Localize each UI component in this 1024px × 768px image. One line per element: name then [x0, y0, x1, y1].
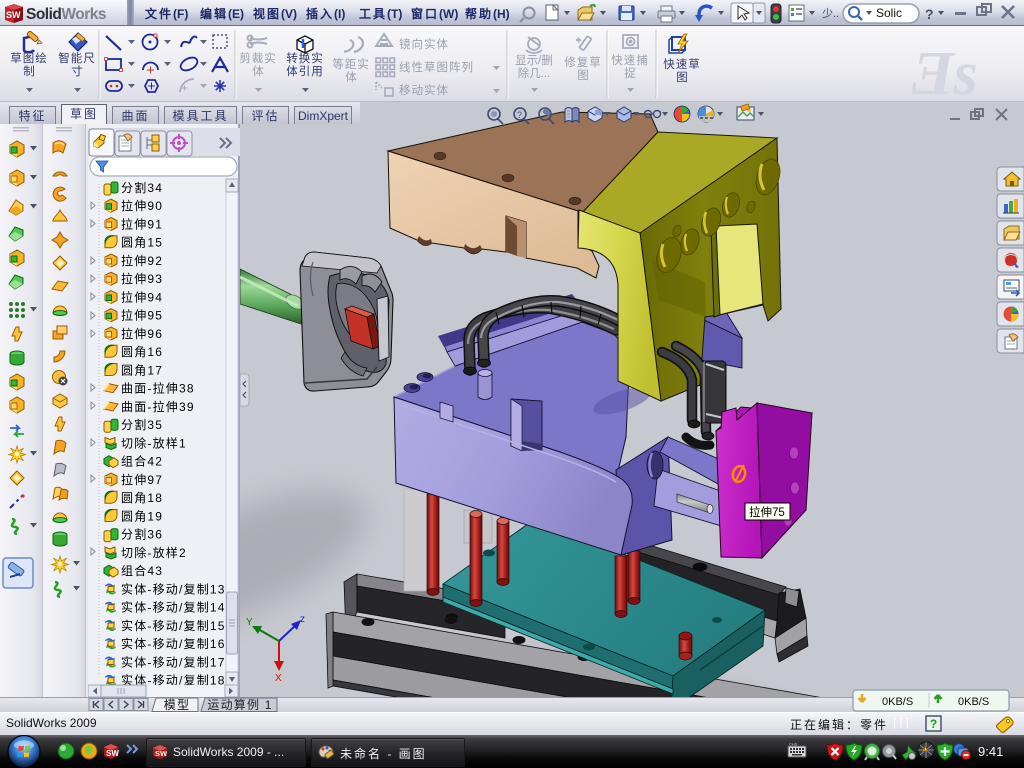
svg-text:圆角17: 圆角17: [121, 364, 163, 378]
svg-text:分割35: 分割35: [121, 417, 163, 432]
svg-text:拉伸90: 拉伸90: [121, 198, 163, 213]
svg-text:切除-放样2: 切除-放样2: [121, 545, 187, 560]
svg-text:SW: SW: [106, 749, 119, 758]
svg-text:?: ?: [925, 6, 934, 22]
svg-text:实体-移动/复制17: 实体-移动/复制17: [121, 655, 226, 670]
svg-text:草图绘: 草图绘: [10, 51, 48, 65]
svg-text:图: 图: [676, 71, 688, 84]
svg-text:?: ?: [930, 717, 937, 731]
svg-text:拉伸96: 拉伸96: [121, 326, 163, 341]
svg-text:SolidWorks: SolidWorks: [26, 6, 106, 23]
svg-text:快速捕: 快速捕: [611, 53, 649, 67]
svg-text:9:41: 9:41: [978, 744, 1003, 759]
svg-text:移动实体: 移动实体: [399, 83, 449, 97]
svg-text:实体-移动/复制14: 实体-移动/复制14: [121, 600, 226, 615]
svg-text:显示/删: 显示/删: [515, 54, 553, 67]
svg-text:运动算例 1: 运动算例 1: [207, 697, 272, 712]
svg-text:圆角16: 圆角16: [121, 345, 163, 359]
svg-text:曲面-拉伸39: 曲面-拉伸39: [121, 399, 195, 414]
svg-text:少..: 少..: [822, 7, 839, 20]
svg-text:拉伸92: 拉伸92: [121, 253, 163, 268]
svg-text:曲面-拉伸38: 曲面-拉伸38: [121, 381, 195, 396]
svg-text:拉伸75: 拉伸75: [749, 505, 785, 519]
svg-text:快速草: 快速草: [663, 58, 701, 71]
svg-text:捉: 捉: [624, 66, 636, 80]
svg-text:修复草: 修复草: [564, 55, 602, 69]
svg-text:实体-移动/复制13: 实体-移动/复制13: [121, 582, 226, 597]
svg-text:z: z: [300, 614, 305, 625]
svg-text:圆角18: 圆角18: [121, 491, 163, 505]
svg-text:Y: Y: [246, 617, 253, 628]
svg-text:切除-放样1: 切除-放样1: [121, 436, 187, 451]
svg-text:体: 体: [252, 64, 264, 78]
svg-text:制: 制: [23, 65, 35, 78]
svg-text:智能尺: 智能尺: [58, 51, 96, 65]
svg-text:图: 图: [577, 69, 589, 82]
svg-text:实体-移动/复制16: 实体-移动/复制16: [121, 636, 226, 651]
svg-text:!: !: [924, 748, 925, 754]
svg-text:拉伸93: 拉伸93: [121, 271, 163, 286]
svg-text:拉伸94: 拉伸94: [121, 290, 163, 305]
svg-text:体: 体: [345, 70, 357, 84]
svg-text:转换实: 转换实: [286, 51, 324, 65]
svg-text:拉伸95: 拉伸95: [121, 308, 163, 323]
svg-text:镜向实体: 镜向实体: [399, 37, 449, 51]
svg-text:分割34: 分割34: [121, 180, 163, 195]
svg-text:剪裁实: 剪裁实: [239, 51, 277, 65]
svg-text:实体-移动/复制15: 实体-移动/复制15: [121, 618, 226, 633]
svg-text:寸: 寸: [71, 64, 83, 78]
svg-text:0KB/S: 0KB/S: [958, 696, 989, 708]
svg-text:?: ?: [517, 110, 522, 120]
svg-text:X: X: [275, 673, 282, 684]
svg-text:SW: SW: [155, 749, 168, 758]
svg-text:线性草图阵列: 线性草图阵列: [399, 60, 474, 74]
svg-text:体引用: 体引用: [286, 64, 324, 78]
svg-text:Ǝs: Ǝs: [911, 40, 977, 102]
svg-text:0KB/S: 0KB/S: [882, 696, 913, 708]
svg-text:除几...: 除几...: [518, 66, 551, 80]
svg-text:Solic: Solic: [876, 6, 902, 20]
svg-text:组合42: 组合42: [121, 454, 163, 469]
svg-text:拉伸91: 拉伸91: [121, 217, 163, 232]
svg-text:分割36: 分割36: [121, 527, 163, 542]
svg-text:拉伸97: 拉伸97: [121, 472, 163, 487]
svg-text:等距实: 等距实: [332, 57, 370, 71]
svg-text:模型: 模型: [164, 698, 190, 712]
svg-text:SW: SW: [6, 10, 21, 20]
svg-text:圆角15: 圆角15: [121, 236, 163, 250]
svg-text:组合43: 组合43: [121, 563, 163, 578]
svg-text:圆角19: 圆角19: [121, 510, 163, 524]
svg-text:CHS: CHS: [789, 742, 798, 747]
